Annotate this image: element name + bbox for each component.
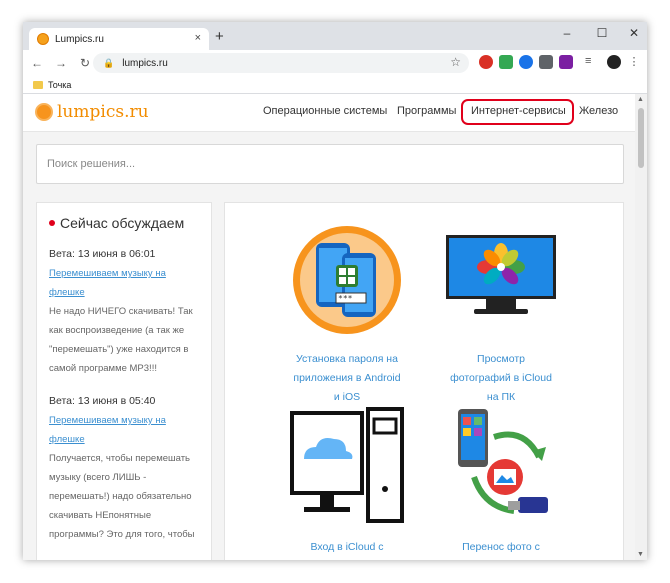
- computer-icloud-icon: [290, 407, 404, 523]
- url-text: lumpics.ru: [122, 57, 168, 69]
- folder-icon: [33, 80, 43, 89]
- bookmark-item[interactable]: Точка: [48, 80, 71, 90]
- article-title: приложения в Android: [293, 372, 401, 384]
- comment-item: Вета: 13 июня в 06:01 Перемешиваем музык…: [49, 245, 199, 378]
- menu-item-os[interactable]: Операционные системы: [263, 105, 387, 117]
- sidebar-title: Сейчас обсуждаем: [49, 215, 199, 231]
- web-page: lumpics.ru Операционные системы Программ…: [23, 94, 635, 560]
- article-title: на ПК: [486, 391, 516, 403]
- reload-icon[interactable]: ↻: [75, 56, 95, 70]
- forward-icon[interactable]: →: [51, 56, 71, 70]
- browser-tab[interactable]: Lumpics.ru ×: [29, 28, 209, 50]
- comment-text: программы? Это для того, чтобы: [49, 529, 195, 540]
- orange-logo-icon: [35, 103, 53, 121]
- highlight-frame: [461, 99, 574, 125]
- menu-dots-icon[interactable]: ⋮: [627, 55, 641, 69]
- monitor-photos-icon: [446, 235, 556, 314]
- extension-icon[interactable]: [539, 55, 553, 69]
- svg-text:***: ***: [338, 294, 353, 303]
- address-bar[interactable]: 🔒 lumpics.ru ☆: [93, 53, 469, 73]
- menu-item-programs[interactable]: Программы: [397, 105, 456, 117]
- article-card[interactable]: Вход в iCloud с: [277, 407, 417, 557]
- browser-window: Lumpics.ru × + – ☐ ✕ ← → ↻ 🔒 lumpics.ru …: [23, 22, 647, 560]
- avatar[interactable]: [607, 55, 621, 69]
- comment-link[interactable]: Перемешиваем музыку на: [49, 264, 199, 283]
- articles-grid: *** Установка пароля на приложения в And…: [224, 202, 624, 560]
- comment-link[interactable]: флешке: [49, 283, 199, 302]
- browser-toolbar: ← → ↻ 🔒 lumpics.ru ☆ ≡ ⋮: [23, 50, 647, 76]
- lock-icon: 🔒: [103, 57, 115, 68]
- bookmark-star-icon[interactable]: ☆: [450, 55, 461, 69]
- phone-lock-icon: ***: [293, 226, 401, 334]
- article-card[interactable]: *** Установка пароля на приложения в And…: [277, 223, 417, 407]
- comment-text: музыку (всего ЛИШЬ -: [49, 472, 147, 483]
- article-title: и iOS: [333, 391, 361, 403]
- comment-text: самой программе МР3!!!: [49, 363, 157, 374]
- article-card[interactable]: Перенос фото с: [431, 407, 571, 557]
- extension-icon[interactable]: [559, 55, 573, 69]
- new-tab-button[interactable]: +: [215, 28, 224, 45]
- page-scrollbar[interactable]: ▲ ▼: [635, 94, 647, 560]
- scroll-down-icon[interactable]: ▼: [637, 551, 644, 558]
- close-icon[interactable]: ✕: [626, 26, 642, 40]
- title-bar: Lumpics.ru × + – ☐ ✕: [23, 22, 647, 50]
- menu-item-hardware[interactable]: Железо: [579, 105, 618, 117]
- bookmarks-bar: Точка: [23, 76, 647, 94]
- comment-text: перемешать!) надо обязательно: [49, 491, 192, 502]
- site-logo[interactable]: lumpics.ru: [35, 102, 149, 122]
- phone-to-usb-icon: [458, 409, 548, 514]
- site-header: lumpics.ru Операционные системы Программ…: [23, 94, 635, 132]
- article-card[interactable]: Просмотр фотографий в iCloud на ПК: [431, 223, 571, 407]
- comment-text: как воспроизведение (а так же: [49, 325, 185, 336]
- comment-text: Получается, чтобы перемешать: [49, 453, 191, 464]
- scroll-up-icon[interactable]: ▲: [637, 96, 644, 103]
- comment-author: Вета: 13 июня в 06:01: [49, 248, 156, 260]
- discussion-sidebar: Сейчас обсуждаем Вета: 13 июня в 06:01 П…: [36, 202, 212, 560]
- extension-icon[interactable]: [479, 55, 493, 69]
- article-title: Вход в iCloud с: [310, 541, 384, 553]
- back-icon[interactable]: ←: [27, 56, 47, 70]
- comment-text: Не надо НИЧЕГО скачивать! Так: [49, 306, 193, 317]
- tab-title: Lumpics.ru: [55, 33, 104, 45]
- comment-link[interactable]: Перемешиваем музыку на: [49, 411, 199, 430]
- extension-icon[interactable]: [499, 55, 513, 69]
- search-input[interactable]: Поиск решения...: [36, 144, 624, 184]
- article-title: Установка пароля на: [296, 353, 398, 365]
- comment-item: Вета: 13 июня в 05:40 Перемешиваем музык…: [49, 392, 199, 544]
- scroll-thumb[interactable]: [638, 108, 644, 168]
- minimize-icon[interactable]: –: [559, 26, 575, 40]
- favicon-icon: [37, 33, 49, 45]
- comment-author: Вета: 13 июня в 05:40: [49, 395, 156, 407]
- maximize-icon[interactable]: ☐: [594, 26, 610, 40]
- comment-text: "перемешать") уже находится в: [49, 344, 189, 355]
- article-title: Просмотр: [477, 353, 525, 365]
- reading-list-icon[interactable]: ≡: [585, 55, 599, 69]
- red-dot-icon: [49, 220, 55, 226]
- comment-text: скачивать НЕпонятные: [49, 510, 152, 521]
- tab-close-icon[interactable]: ×: [195, 32, 201, 44]
- article-title: фотографий в iCloud: [450, 372, 552, 384]
- extension-icon[interactable]: [519, 55, 533, 69]
- comment-link[interactable]: флешке: [49, 430, 199, 449]
- article-title: Перенос фото с: [462, 541, 540, 553]
